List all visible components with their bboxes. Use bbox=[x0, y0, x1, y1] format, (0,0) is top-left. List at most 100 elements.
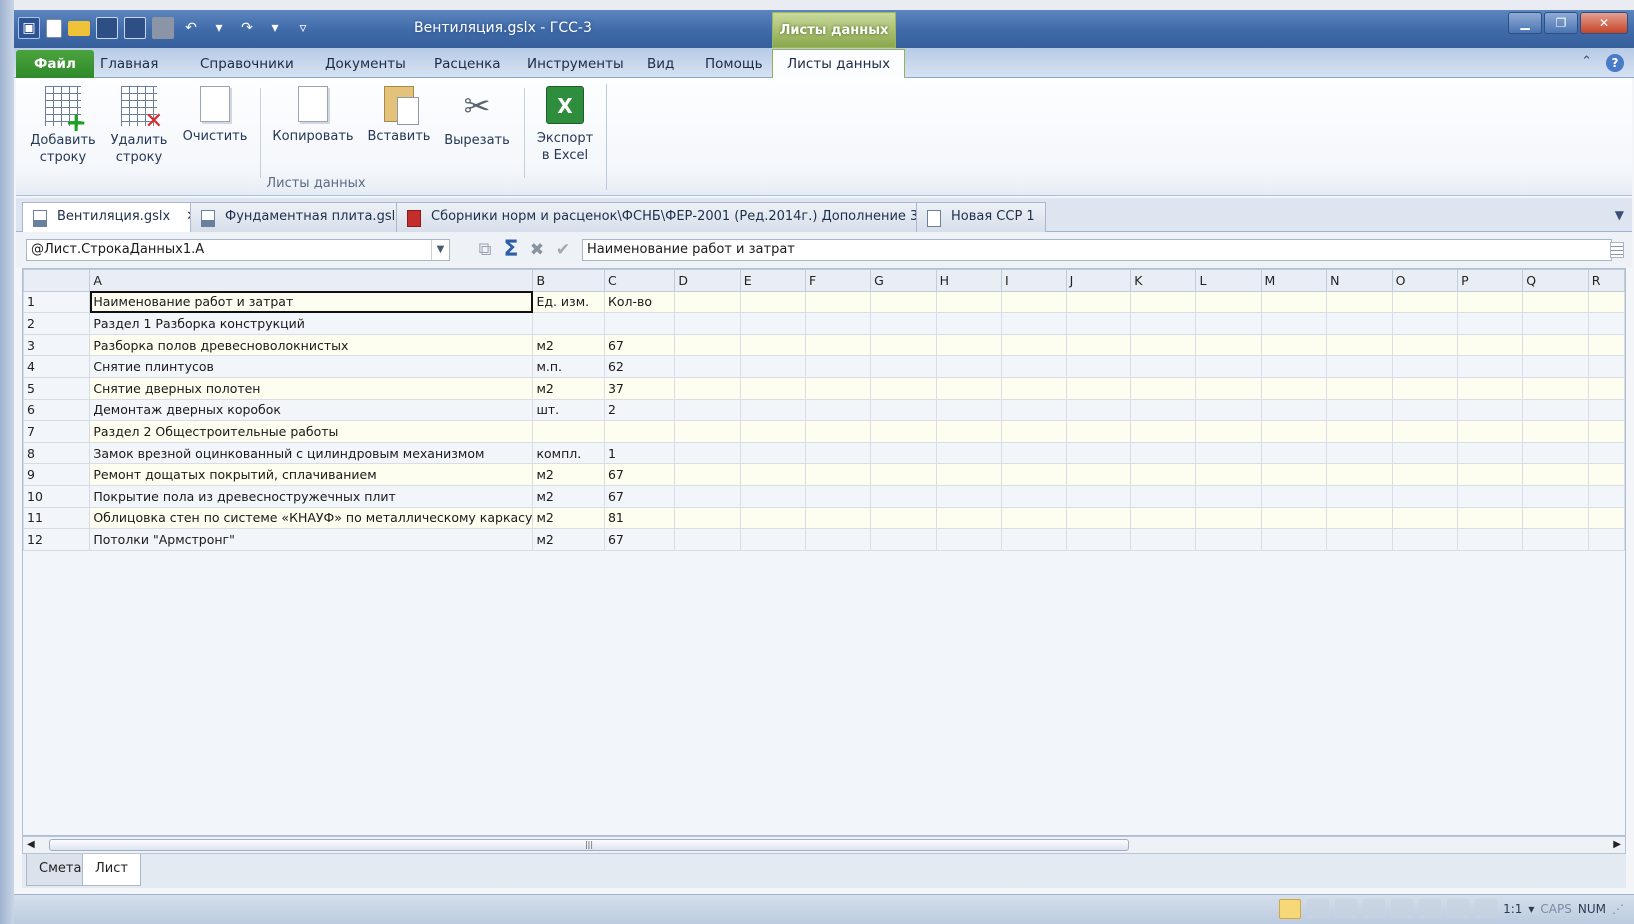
grid-cell[interactable] bbox=[1130, 463, 1197, 486]
grid-cell[interactable] bbox=[603, 312, 676, 335]
grid-cell[interactable] bbox=[935, 463, 1002, 486]
grid-cell[interactable]: шт. bbox=[532, 398, 605, 422]
grid-cell[interactable] bbox=[1065, 528, 1132, 551]
grid-cell[interactable] bbox=[674, 441, 741, 465]
grid-cell[interactable] bbox=[604, 615, 675, 637]
row-header[interactable] bbox=[23, 615, 90, 637]
row-header[interactable] bbox=[23, 571, 90, 594]
grid-cell[interactable]: 1 bbox=[603, 441, 676, 465]
grid-cell[interactable] bbox=[936, 571, 1002, 594]
row-header[interactable] bbox=[23, 658, 90, 680]
grid-cell[interactable] bbox=[1392, 571, 1458, 594]
grid-cell[interactable] bbox=[1392, 701, 1458, 723]
column-header[interactable]: L bbox=[1195, 269, 1262, 292]
grid-cell[interactable] bbox=[1261, 809, 1327, 831]
grid-cell[interactable] bbox=[1195, 636, 1262, 659]
grid-cell[interactable] bbox=[1588, 787, 1625, 810]
grid-cell[interactable] bbox=[1391, 506, 1459, 530]
grid-cell[interactable] bbox=[1588, 550, 1625, 572]
grid-cell[interactable] bbox=[1587, 376, 1625, 400]
grid-cell[interactable] bbox=[935, 355, 1002, 378]
grid-cell[interactable] bbox=[1392, 787, 1458, 810]
row-header[interactable]: 7 bbox=[23, 420, 91, 443]
grid-cell[interactable] bbox=[1130, 484, 1197, 508]
grid-cell[interactable] bbox=[674, 290, 741, 314]
grid-cell[interactable] bbox=[1065, 398, 1132, 422]
grid-cell[interactable] bbox=[1130, 355, 1197, 378]
grid-cell[interactable] bbox=[674, 679, 741, 702]
grid-cell[interactable] bbox=[1588, 615, 1625, 637]
grid-cell[interactable] bbox=[1392, 744, 1458, 767]
grid-cell[interactable] bbox=[1130, 809, 1196, 831]
open-folder-icon[interactable] bbox=[68, 20, 90, 36]
copy-formula-icon[interactable]: ⧉ bbox=[474, 239, 496, 261]
redo-dropdown-icon[interactable]: ▾ bbox=[264, 17, 286, 39]
grid-cell[interactable] bbox=[1391, 333, 1459, 357]
help-icon[interactable]: ? bbox=[1606, 54, 1624, 72]
grid-cell[interactable] bbox=[1130, 593, 1196, 615]
grid-cell[interactable] bbox=[674, 766, 741, 788]
grid-cell[interactable] bbox=[1522, 615, 1589, 637]
grid-cell[interactable] bbox=[1065, 290, 1132, 314]
grid-cell[interactable] bbox=[1326, 420, 1393, 443]
grid-cell[interactable] bbox=[1066, 809, 1131, 831]
grid-cell[interactable] bbox=[1261, 636, 1327, 659]
grid-cell[interactable] bbox=[1391, 463, 1459, 486]
grid-cell[interactable]: компл. bbox=[532, 441, 605, 465]
grid-cell[interactable] bbox=[1065, 463, 1132, 486]
grid-cell[interactable] bbox=[1392, 593, 1458, 615]
grid-cell[interactable] bbox=[1065, 376, 1132, 400]
grid-cell[interactable] bbox=[674, 506, 741, 530]
grid-cell[interactable] bbox=[1130, 376, 1197, 400]
column-header[interactable]: G bbox=[870, 269, 937, 292]
scroll-left-icon[interactable]: ◀ bbox=[27, 839, 35, 850]
grid-cell[interactable] bbox=[1066, 787, 1131, 810]
column-header[interactable]: H bbox=[935, 269, 1002, 292]
grid-cell[interactable] bbox=[1130, 571, 1196, 594]
grid-cell[interactable] bbox=[1392, 636, 1458, 659]
grid-cell[interactable] bbox=[1587, 528, 1625, 551]
confirm-edit-icon[interactable]: ✔ bbox=[552, 239, 574, 261]
clear-button[interactable]: Очистить bbox=[178, 86, 252, 145]
grid-cell[interactable] bbox=[870, 658, 937, 680]
row-header[interactable]: 12 bbox=[23, 528, 91, 551]
grid-cell[interactable] bbox=[1522, 463, 1589, 486]
grid-cell[interactable] bbox=[805, 787, 871, 810]
grid-cell[interactable] bbox=[1195, 312, 1262, 335]
row-header[interactable]: 6 bbox=[23, 398, 91, 422]
grid-cell[interactable] bbox=[1391, 290, 1459, 314]
grid-cell[interactable] bbox=[1326, 636, 1393, 659]
grid-cell[interactable] bbox=[604, 593, 675, 615]
grid-cell[interactable] bbox=[1261, 550, 1327, 572]
grid-cell[interactable] bbox=[1195, 593, 1262, 615]
grid-cell[interactable] bbox=[1326, 744, 1393, 767]
grid-cell[interactable] bbox=[604, 722, 675, 745]
grid-cell[interactable] bbox=[1261, 658, 1327, 680]
cancel-edit-icon[interactable]: ✖ bbox=[526, 239, 548, 261]
grid-cell[interactable] bbox=[1457, 312, 1524, 335]
grid-cell[interactable] bbox=[1457, 571, 1523, 594]
grid-cell[interactable] bbox=[936, 593, 1002, 615]
horizontal-scrollbar[interactable]: ◀ ||| ▶ bbox=[22, 836, 1626, 854]
grid-cell[interactable] bbox=[1522, 701, 1589, 723]
corner-cell[interactable] bbox=[23, 269, 91, 292]
grid-cell[interactable] bbox=[804, 484, 872, 508]
grid-cell[interactable]: Покрытие пола из древесностружечных плит bbox=[89, 484, 534, 508]
grid-cell[interactable] bbox=[1130, 744, 1196, 767]
grid-cell[interactable] bbox=[674, 398, 741, 422]
column-header[interactable]: A bbox=[89, 269, 534, 292]
grid-cell[interactable] bbox=[1000, 290, 1067, 314]
refresh-icon[interactable] bbox=[1335, 899, 1358, 919]
maximize-icon[interactable]: ❐ bbox=[1544, 12, 1578, 34]
grid-cell[interactable] bbox=[89, 571, 533, 594]
grid-cell[interactable] bbox=[1522, 679, 1589, 702]
grid-cell[interactable] bbox=[604, 658, 675, 680]
grid-cell[interactable] bbox=[1260, 484, 1328, 508]
tab-view[interactable]: Вид bbox=[633, 50, 688, 78]
column-header[interactable]: I bbox=[1000, 269, 1067, 292]
grid-cell[interactable] bbox=[604, 550, 675, 572]
grid-cell[interactable] bbox=[1260, 398, 1328, 422]
grid-cell[interactable] bbox=[1000, 333, 1067, 357]
grid-cell[interactable] bbox=[936, 722, 1002, 745]
grid-cell[interactable] bbox=[1522, 441, 1589, 465]
